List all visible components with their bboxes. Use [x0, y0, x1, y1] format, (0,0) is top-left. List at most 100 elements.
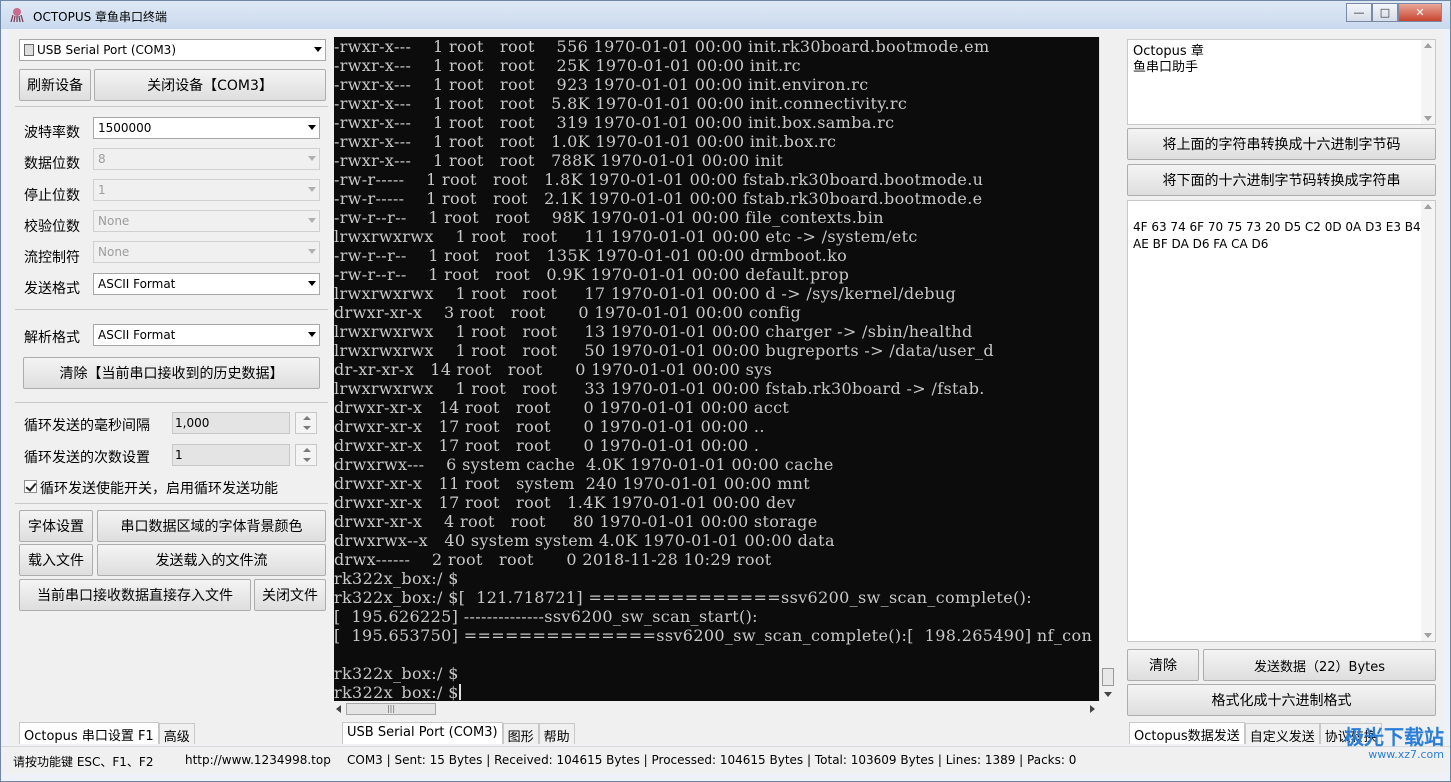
terminal-line: drwxrwx--x 40 system system 4.0K 1970-01… — [334, 531, 835, 550]
arrow-down-icon[interactable] — [1424, 116, 1432, 121]
close-window-button[interactable]: ✕ — [1398, 3, 1442, 22]
tab-help[interactable]: 帮助 — [538, 723, 575, 745]
terminal-line: lrwxrwxrwx 1 root root 50 1970-01-01 00:… — [334, 341, 994, 360]
send-data-button[interactable]: 发送数据（22）Bytes — [1203, 649, 1436, 681]
arrow-up-icon[interactable] — [1424, 204, 1432, 209]
terminal-line: [ 195.626225] --------------ssv6200_sw_s… — [334, 607, 758, 626]
middle-tabstrip: USB Serial Port (COM3) 图形 帮助 — [342, 722, 575, 745]
status-stats: COM3 | Sent: 15 Bytes | Received: 104615… — [347, 753, 1077, 767]
hex-input-box[interactable]: 4F 63 74 6F 70 75 73 20 D5 C2 0D 0A D3 E… — [1127, 200, 1436, 642]
format-hex-button[interactable]: 格式化成十六进制格式 — [1127, 684, 1436, 716]
chevron-down-icon — [308, 281, 316, 286]
octopus-app-icon — [10, 8, 24, 23]
databits-select[interactable]: 8 — [93, 148, 320, 170]
textbox-scrollbar[interactable] — [1421, 201, 1435, 641]
terminal-line: drwxrwx--- 6 system cache 4.0K 1970-01-0… — [334, 455, 834, 474]
parity-select[interactable]: None — [93, 210, 320, 232]
client-area: USB Serial Port (COM3) 刷新设备 关闭设备【COM3】 波… — [9, 30, 1444, 745]
tab-usb-serial-port[interactable]: USB Serial Port (COM3) — [342, 722, 503, 744]
status-hint: 请按功能键 ESC、F1、F2 — [13, 755, 154, 769]
tab-data-send[interactable]: Octopus数据发送 — [1129, 722, 1245, 744]
send-file-button[interactable]: 发送载入的文件流 — [97, 544, 326, 576]
flow-label: 流控制符 — [24, 250, 80, 266]
terminal-line: rk322x_box:/ $ — [334, 569, 459, 588]
port-select[interactable]: USB Serial Port (COM3) — [19, 39, 326, 61]
string-to-hex-button[interactable]: 将上面的字符串转换成十六进制字节码 — [1127, 128, 1436, 160]
loop-enable-checkbox[interactable] — [24, 480, 37, 493]
load-file-button[interactable]: 载入文件 — [19, 544, 93, 576]
left-settings-panel: USB Serial Port (COM3) 刷新设备 关闭设备【COM3】 波… — [9, 30, 334, 745]
loop-count-input[interactable]: 1 — [172, 444, 290, 466]
loop-interval-stepper[interactable] — [295, 412, 317, 434]
refresh-devices-button[interactable]: 刷新设备 — [19, 69, 91, 101]
font-settings-button[interactable]: 字体设置 — [19, 510, 93, 542]
minimize-button[interactable]: — — [1346, 3, 1372, 22]
clear-history-button[interactable]: 清除【当前串口接收到的历史数据】 — [23, 357, 320, 389]
tab-serial-settings[interactable]: Octopus 串口设置 F1 — [19, 722, 159, 744]
string-input-box[interactable]: Octopus 章 鱼串口助手 — [1127, 39, 1436, 125]
arrow-left-icon[interactable] — [336, 705, 341, 713]
clear-hex-button[interactable]: 清除 — [1127, 649, 1199, 681]
terminal-horizontal-scrollbar[interactable]: ||| — [334, 701, 1099, 717]
parity-value: None — [98, 214, 130, 228]
chevron-down-icon — [308, 332, 316, 337]
status-url[interactable]: http://www.1234998.top — [185, 753, 331, 767]
terminal-line: -rwxr-x--- 1 root root 788K 1970-01-01 0… — [334, 151, 784, 170]
arrow-up-icon[interactable] — [1424, 43, 1432, 48]
hex-input-text: 4F 63 74 6F 70 75 73 20 D5 C2 0D 0A D3 E… — [1133, 220, 1421, 251]
watermark-site: www.xz7.com — [1368, 748, 1444, 761]
status-bar: 请按功能键 ESC、F1、F2 http://www.1234998.top C… — [1, 725, 1450, 773]
terminal-vertical-scrollbar[interactable] — [1099, 37, 1115, 701]
terminal-line: -rwxr-x--- 1 root root 556 1970-01-01 00… — [334, 37, 990, 56]
sendfmt-value: ASCII Format — [98, 277, 176, 291]
text-cursor — [458, 684, 461, 700]
stopbits-value: 1 — [98, 183, 106, 197]
string-input-text: Octopus 章 鱼串口助手 — [1133, 44, 1204, 75]
loop-count-stepper[interactable] — [295, 444, 317, 466]
chevron-down-icon — [308, 249, 316, 254]
terminal-line: -rw-r----- 1 root root 2.1K 1970-01-01 0… — [334, 189, 983, 208]
stopbits-select[interactable]: 1 — [93, 179, 320, 201]
loop-enable-label: 循环发送使能开关，启用循环发送功能 — [40, 481, 278, 497]
arrow-right-icon[interactable] — [1090, 705, 1095, 713]
bg-color-button[interactable]: 串口数据区域的字体背景颜色 — [97, 510, 326, 542]
tab-custom-send[interactable]: 自定义发送 — [1244, 723, 1320, 745]
terminal-line: lrwxrwxrwx 1 root root 13 1970-01-01 00:… — [334, 322, 973, 341]
loop-interval-input[interactable]: 1,000 — [172, 412, 290, 434]
terminal-line: -rw-r--r-- 1 root root 135K 1970-01-01 0… — [334, 246, 848, 265]
arrow-down-icon[interactable] — [1424, 633, 1432, 638]
flow-select[interactable]: None — [93, 241, 320, 263]
terminal-line: lrwxrwxrwx 1 root root 17 1970-01-01 00:… — [334, 284, 957, 303]
terminal-line: -rw-r--r-- 1 root root 98K 1970-01-01 00… — [334, 208, 884, 227]
terminal-line: -rw-r----- 1 root root 1.8K 1970-01-01 0… — [334, 170, 984, 189]
close-device-button[interactable]: 关闭设备【COM3】 — [94, 69, 326, 101]
terminal-line: -rwxr-x--- 1 root root 25K 1970-01-01 00… — [334, 56, 801, 75]
terminal-line: lrwxrwxrwx 1 root root 33 1970-01-01 00:… — [334, 379, 985, 398]
save-to-file-button[interactable]: 当前串口接收数据直接存入文件 — [19, 579, 251, 611]
chevron-down-icon — [308, 125, 316, 130]
terminal-line: drwx------ 2 root root 0 2018-11-28 10:2… — [334, 550, 772, 569]
divider — [15, 402, 328, 403]
sendfmt-label: 发送格式 — [24, 281, 80, 297]
terminal-line: -rwxr-x--- 1 root root 319 1970-01-01 00… — [334, 113, 895, 132]
arrow-up-icon — [303, 448, 311, 452]
textbox-scrollbar[interactable] — [1421, 40, 1435, 124]
hex-to-string-button[interactable]: 将下面的十六进制字节码转换成字符串 — [1127, 164, 1436, 196]
databits-label: 数据位数 — [24, 156, 80, 172]
maximize-button[interactable]: □ — [1372, 3, 1398, 22]
arrow-down-icon[interactable] — [1104, 692, 1112, 697]
scroll-thumb[interactable]: ||| — [346, 703, 436, 715]
tab-advanced[interactable]: 高级 — [158, 723, 195, 745]
tab-graph[interactable]: 图形 — [502, 723, 539, 745]
terminal-line: drwxr-xr-x 4 root root 80 1970-01-01 00:… — [334, 512, 818, 531]
parse-value: ASCII Format — [98, 328, 176, 342]
scroll-thumb[interactable] — [1102, 668, 1114, 686]
parse-select[interactable]: ASCII Format — [93, 324, 320, 346]
serial-terminal-output[interactable]: -rwxr-x--- 1 root root 556 1970-01-01 00… — [334, 37, 1099, 701]
left-tabstrip: Octopus 串口设置 F1 高级 — [19, 722, 195, 745]
sendfmt-select[interactable]: ASCII Format — [93, 273, 320, 295]
baud-select[interactable]: 1500000 — [93, 117, 320, 139]
close-file-button[interactable]: 关闭文件 — [254, 579, 326, 611]
chevron-down-icon — [314, 47, 322, 52]
